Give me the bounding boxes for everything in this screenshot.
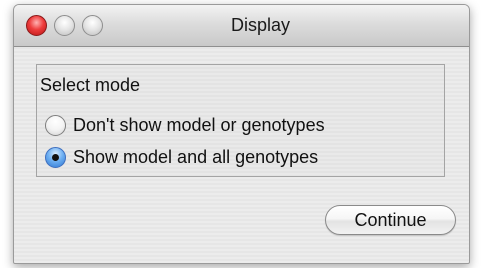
window-title: Display	[230, 15, 291, 35]
group-label: Select mode	[40, 75, 141, 95]
radio-label: Show model and all genotypes	[73, 146, 319, 167]
radio-selected-icon[interactable]	[45, 146, 66, 168]
radio-option-dont-show[interactable]: Don't show model or genotypes	[45, 111, 325, 139]
radio-option-show-all[interactable]: Show model and all genotypes	[45, 143, 318, 171]
radio-unselected-icon[interactable]	[45, 114, 66, 136]
select-mode-group: Select mode Don't show model or genotype…	[36, 64, 445, 177]
title-bar[interactable]: Display	[14, 5, 469, 47]
radio-label: Don't show model or genotypes	[73, 114, 325, 135]
continue-button[interactable]: Continue	[325, 205, 456, 235]
radio-dot-icon	[52, 153, 59, 161]
display-dialog: Display Select mode Don't show model or …	[13, 4, 470, 264]
